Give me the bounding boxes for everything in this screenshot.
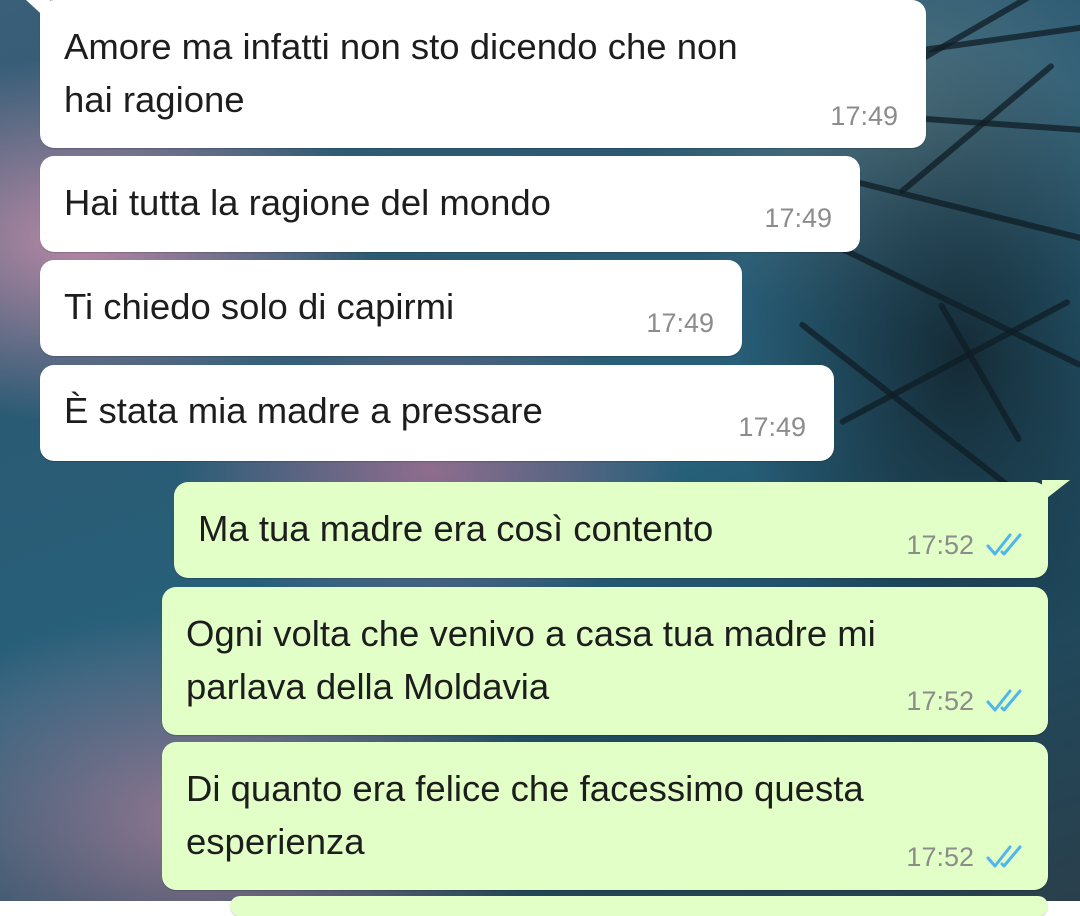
outgoing-message[interactable]: Ogni volta che venivo a casa tua madre m…: [162, 587, 1048, 735]
message-timestamp: 17:49: [646, 308, 714, 338]
bubble-tail: [26, 0, 50, 22]
incoming-message[interactable]: Amore ma infatti non sto dicendo che non…: [26, 0, 926, 148]
incoming-message[interactable]: È stata mia madre a pressare 17:49: [40, 365, 834, 461]
message-timestamp: 17:52: [906, 530, 974, 560]
message-text: Ogni volta che venivo a casa tua madre m…: [186, 613, 876, 707]
outgoing-message[interactable]: Ma tua madre era così contento 17:52: [174, 482, 1048, 578]
message-text: Ma tua madre era così contento: [198, 508, 714, 549]
message-text: Amore ma infatti non sto dicendo che non…: [64, 26, 738, 120]
message-timestamp: 17:49: [738, 412, 806, 442]
message-text: Di quanto era felice che facessimo quest…: [186, 768, 864, 862]
outgoing-message[interactable]: Di quanto era felice che facessimo quest…: [162, 742, 1048, 890]
incoming-message[interactable]: Ti chiedo solo di capirmi 17:49: [40, 260, 742, 356]
message-timestamp: 17:49: [830, 101, 898, 131]
message-timestamp: 17:49: [764, 203, 832, 233]
message-text: È stata mia madre a pressare: [64, 390, 543, 431]
message-timestamp: 17:52: [906, 842, 974, 872]
read-double-check-icon: [986, 689, 1022, 712]
message-timestamp: 17:52: [906, 686, 974, 716]
incoming-message[interactable]: Hai tutta la ragione del mondo 17:49: [40, 156, 860, 252]
outgoing-message-partial[interactable]: [230, 896, 1048, 916]
read-double-check-icon: [986, 845, 1022, 868]
read-double-check-icon: [986, 533, 1022, 556]
message-text: Hai tutta la ragione del mondo: [64, 182, 551, 223]
message-text: Ti chiedo solo di capirmi: [64, 286, 455, 327]
